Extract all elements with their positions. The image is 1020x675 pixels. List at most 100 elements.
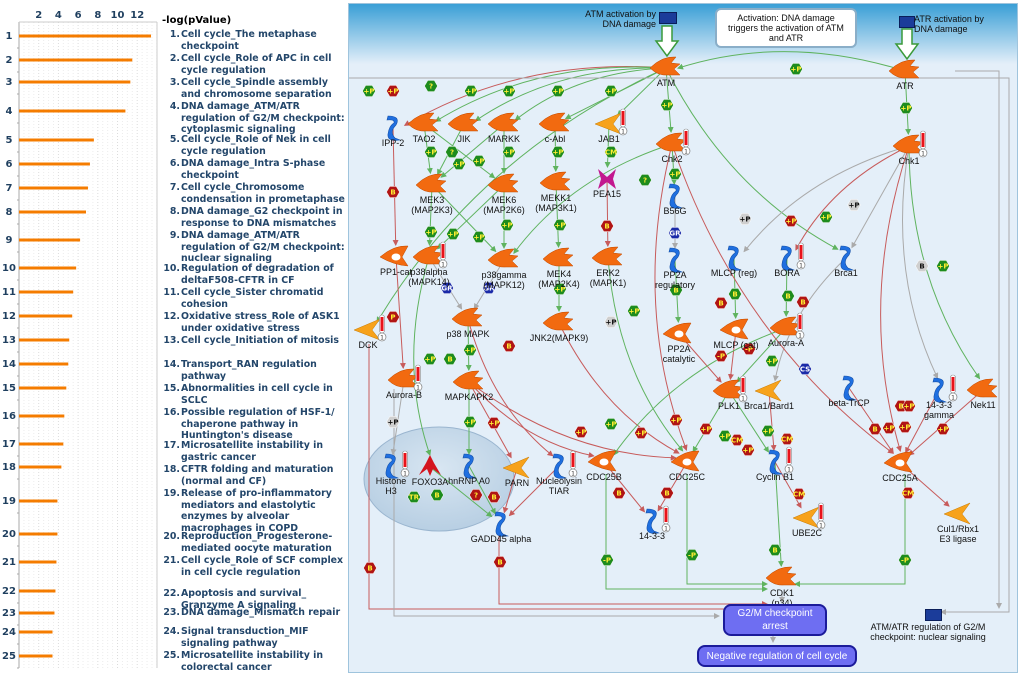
pathway-list-item[interactable]: 16. Possible regulation of HSF-1/ chapero…: [163, 407, 345, 442]
effect-marker-plusminus-p[interactable]: +P: [761, 425, 775, 437]
effect-marker-plusminus-p[interactable]: +P: [604, 85, 618, 97]
effect-marker-plusminus-p[interactable]: +P: [668, 168, 682, 180]
effect-marker-b[interactable]: B: [600, 220, 614, 232]
effect-marker-cm[interactable]: CM: [901, 487, 915, 499]
node-aurorab[interactable]: 1Aurora-B: [386, 364, 423, 400]
effect-marker-plusminus-p[interactable]: +P: [936, 423, 950, 435]
effect-marker-unknown[interactable]: ?: [424, 80, 438, 92]
node-brca1bard1[interactable]: Brca1/Bard1: [744, 379, 794, 411]
bar[interactable]: [19, 58, 133, 62]
node-tiar[interactable]: 1NucleolysinTIAR: [536, 450, 582, 496]
effect-marker-b[interactable]: B: [660, 487, 674, 499]
node-pp2areg[interactable]: PP2Aregulatory: [655, 247, 696, 290]
pathway-list-item[interactable]: 17. Microsatellite instability in gastric…: [163, 440, 345, 463]
node-nek11[interactable]: Nek11: [966, 378, 998, 410]
bar[interactable]: [19, 465, 62, 469]
effect-marker-tr[interactable]: TR: [407, 491, 421, 503]
effect-marker-plusminus-p[interactable]: +P: [452, 158, 466, 170]
node-atm[interactable]: ATM: [649, 56, 681, 88]
node-mekk1[interactable]: MEKK1(MAP3K1): [535, 171, 577, 213]
node-plk1[interactable]: 1PLK1: [712, 375, 748, 411]
effect-marker-cm[interactable]: CM: [604, 146, 618, 158]
effect-marker-minus-p[interactable]: -P: [714, 350, 728, 362]
atm-activation-icon[interactable]: [659, 12, 677, 24]
pathway-list-item[interactable]: 4. DNA damage_ATM/ATR regulation of G2/M …: [163, 101, 345, 136]
node-mek3[interactable]: MEK3(MAP2K3): [411, 173, 453, 215]
effect-marker-plusminus-p[interactable]: +P: [847, 199, 861, 211]
bar[interactable]: [19, 630, 53, 634]
node-p38mapk[interactable]: p38 MAPK: [446, 307, 490, 339]
node-auroraa[interactable]: 1Aurora-A: [768, 312, 805, 348]
effect-marker-plusminus-p[interactable]: +P: [819, 211, 833, 223]
effect-marker-b[interactable]: B: [443, 353, 457, 365]
effect-marker-b[interactable]: B: [796, 296, 810, 308]
effect-marker-plusminus-p[interactable]: +P: [789, 63, 803, 75]
pathway-list-item[interactable]: 15. Abnormalities in cell cycle in SCLC: [163, 383, 345, 406]
effect-marker-plusminus-p[interactable]: +P: [765, 355, 779, 367]
bar[interactable]: [19, 414, 65, 418]
effect-marker-b[interactable]: B: [502, 340, 516, 352]
node-cul1[interactable]: Cul1/Rbx1E3 ligase: [937, 502, 979, 544]
effect-marker-plusminus-p[interactable]: +P: [424, 146, 438, 158]
node-chk2[interactable]: 1Chk2: [655, 128, 691, 164]
effect-marker-b[interactable]: B: [363, 562, 377, 574]
bar[interactable]: [19, 442, 64, 446]
effect-marker-plusminus-p[interactable]: +P: [882, 422, 896, 434]
effect-marker-plusminus-p[interactable]: +P: [699, 423, 713, 435]
pathway-list-item[interactable]: 12. Oxidative stress_Role of ASK1 under o…: [163, 311, 345, 334]
atr-activation-icon[interactable]: [899, 16, 915, 28]
effect-marker-unknown[interactable]: ?: [638, 174, 652, 186]
node-erk2[interactable]: ERK2(MAPK1): [590, 246, 627, 288]
effect-marker-b[interactable]: B: [612, 487, 626, 499]
pathway-list-item[interactable]: 21. Cell cycle_Role of SCF complex in cel…: [163, 555, 345, 578]
effect-marker-p[interactable]: P: [386, 311, 400, 323]
effect-marker-plusminus-p[interactable]: +P: [738, 213, 752, 225]
node-cdc25a[interactable]: CDC25A: [882, 451, 918, 483]
effect-marker-plusminus-p[interactable]: +P: [424, 226, 438, 238]
effect-marker-plusminus-p[interactable]: +P: [660, 99, 674, 111]
node-cdc25c[interactable]: CDC25C: [669, 450, 706, 482]
effect-marker-plusminus-p[interactable]: +P: [362, 85, 376, 97]
effect-marker-cm[interactable]: CM: [792, 488, 806, 500]
effect-marker-b[interactable]: B: [768, 544, 782, 556]
effect-marker-plusminus-p[interactable]: +P: [551, 146, 565, 158]
bar[interactable]: [19, 314, 73, 318]
effect-marker-plusminus-p[interactable]: +P: [502, 146, 516, 158]
effect-marker-plusminus-p[interactable]: +P: [464, 85, 478, 97]
effect-marker-plusminus-p[interactable]: +P: [898, 421, 912, 433]
effect-marker-plusminus-p[interactable]: +P: [463, 416, 477, 428]
effect-marker-plusminus-p[interactable]: +P: [500, 219, 514, 231]
bar[interactable]: [19, 611, 55, 615]
effect-marker-cm[interactable]: CM: [730, 434, 744, 446]
node-dck[interactable]: 1DCK: [353, 314, 387, 350]
node-1433g[interactable]: 114-3-3gamma: [924, 374, 958, 420]
node-p38alpha[interactable]: 1p38alpha(MAPK14): [408, 241, 450, 287]
bar[interactable]: [19, 34, 152, 38]
node-jik[interactable]: JIK: [447, 112, 479, 144]
bar[interactable]: [19, 499, 58, 503]
node-chk1[interactable]: 1Chk1: [892, 130, 928, 166]
effect-marker-b[interactable]: B: [714, 297, 728, 309]
effect-marker-plusminus-p[interactable]: +P: [487, 417, 501, 429]
effect-marker-plusminus-p[interactable]: +P: [902, 400, 916, 412]
effect-marker-plusminus-p[interactable]: +P: [472, 231, 486, 243]
node-jab1[interactable]: 1JAB1: [594, 108, 628, 144]
pathway-list-item[interactable]: 9. DNA damage_ATM/ATR regulation of G2/M …: [163, 230, 345, 265]
node-betatrcp[interactable]: beta-TrCP: [828, 375, 870, 408]
effect-marker-minus-p[interactable]: -P: [898, 554, 912, 566]
effect-marker-gr[interactable]: GR: [668, 227, 682, 239]
bar[interactable]: [19, 186, 88, 190]
bar[interactable]: [19, 266, 77, 270]
bar[interactable]: [19, 362, 69, 366]
negative-regulation-box[interactable]: Negative regulation of cell cycle: [697, 645, 857, 667]
node-tao2[interactable]: TAO2: [407, 112, 439, 144]
pathway-list-item[interactable]: 24. Signal transduction_MIF signaling pat…: [163, 626, 345, 649]
bar[interactable]: [19, 162, 90, 166]
effect-marker-b[interactable]: B: [386, 186, 400, 198]
node-jnk2[interactable]: JNK2(MAPK9): [530, 311, 589, 343]
effect-marker-minus-p[interactable]: -P: [685, 549, 699, 561]
bar[interactable]: [19, 654, 53, 658]
pathway-list-item[interactable]: 6. DNA damage_Intra S-phase checkpoint: [163, 158, 345, 181]
bar[interactable]: [19, 238, 81, 242]
pathway-list-item[interactable]: 19. Release of pro-inflammatory mediators…: [163, 488, 345, 534]
